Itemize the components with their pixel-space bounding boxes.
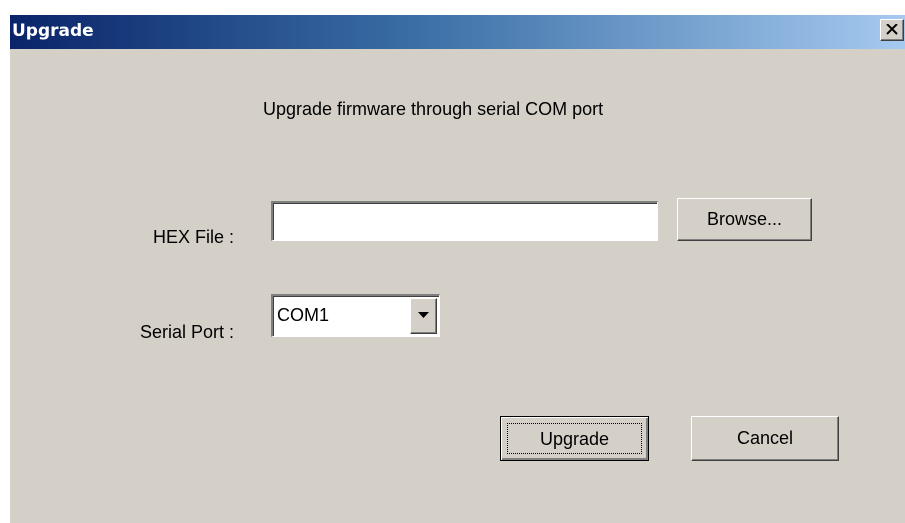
dialog-heading: Upgrade firmware through serial COM port xyxy=(263,99,604,119)
close-icon xyxy=(886,24,898,35)
close-button[interactable] xyxy=(880,19,904,41)
upgrade-button[interactable]: Upgrade xyxy=(500,416,649,461)
cancel-button[interactable]: Cancel xyxy=(691,416,839,461)
hex-file-input[interactable] xyxy=(271,201,658,241)
window-title: Upgrade xyxy=(12,21,94,41)
upgrade-dialog: Upgrade Upgrade firmware through serial … xyxy=(9,14,905,523)
serial-port-label: Serial Port : xyxy=(139,322,234,342)
hex-file-label: HEX File : xyxy=(152,227,234,247)
serial-port-value: COM1 xyxy=(277,305,330,325)
serial-port-select[interactable]: COM1 xyxy=(271,294,440,337)
upgrade-button-label: Upgrade xyxy=(507,423,642,454)
browse-button[interactable]: Browse... xyxy=(677,198,812,241)
dropdown-button[interactable] xyxy=(410,298,437,334)
chevron-down-icon xyxy=(418,312,429,318)
title-bar[interactable]: Upgrade xyxy=(10,15,905,49)
